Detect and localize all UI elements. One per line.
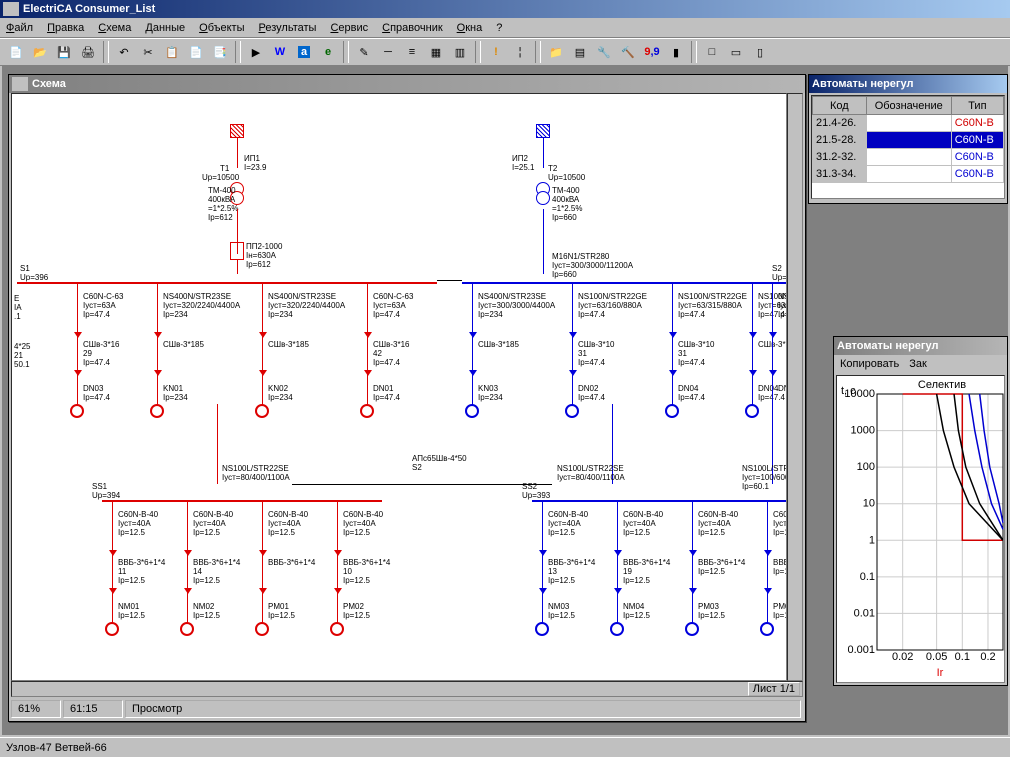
tb-undo[interactable]: ↶: [113, 41, 135, 63]
tb-new[interactable]: 📄: [5, 41, 27, 63]
svg-text:0.01: 0.01: [854, 607, 875, 619]
schema-titlebar[interactable]: Схема: [9, 75, 805, 93]
chart-title-text: Автоматы нерегул: [837, 340, 938, 352]
zoom-cell: 61%: [11, 700, 61, 718]
menu-objects[interactable]: Объекты: [199, 22, 244, 34]
tb-cut[interactable]: ✂: [137, 41, 159, 63]
chart-menu-close[interactable]: Зак: [909, 358, 927, 370]
grid-body[interactable]: Код Обозначение Тип 21.4-26.C60N-B21.5-2…: [811, 95, 1005, 199]
svg-text:0.1: 0.1: [860, 571, 875, 583]
mode-cell: Просмотр: [125, 700, 801, 718]
schema-canvas[interactable]: T1Up=10500ТМ-400400кВА=1*2.5%Ip=612ИП1I=…: [11, 93, 787, 681]
menu-file[interactable]: Файл: [6, 22, 33, 34]
main-statusbar: Узлов-47 Ветвей-66: [0, 737, 1010, 757]
svg-text:0.001: 0.001: [847, 644, 875, 656]
tb-open[interactable]: 📂: [29, 41, 51, 63]
grid-header-code[interactable]: Код: [813, 97, 867, 115]
tb-a[interactable]: a: [293, 41, 315, 63]
svg-text:Ir: Ir: [937, 667, 944, 679]
menu-results[interactable]: Результаты: [259, 22, 317, 34]
tb-s1[interactable]: □: [701, 41, 723, 63]
coords-cell: 61:15: [63, 700, 123, 718]
tb-copy2[interactable]: 📑: [209, 41, 231, 63]
chart-titlebar[interactable]: Автоматы нерегул: [834, 337, 1007, 355]
menu-q[interactable]: ?: [496, 22, 502, 34]
menu-schema[interactable]: Схема: [98, 22, 131, 34]
tb-99[interactable]: 9,9: [641, 41, 663, 63]
scrollbar-horizontal[interactable]: Лист 1/1: [11, 681, 803, 697]
grid-header-type[interactable]: Тип: [951, 97, 1003, 115]
svg-text:1: 1: [869, 534, 875, 546]
app-icon: [3, 2, 19, 16]
svg-text:100: 100: [857, 461, 875, 473]
menu-service[interactable]: Сервис: [330, 22, 368, 34]
schema-title: Схема: [32, 78, 66, 90]
grid-row[interactable]: 21.5-28.C60N-B: [813, 132, 1004, 149]
tb-pen[interactable]: ✎: [353, 41, 375, 63]
tb-line[interactable]: ─: [377, 41, 399, 63]
toolbar: 📄 📂 💾 🖨 ↶ ✂ 📋 📄 📑 ▶ W a e ✎ ─ ≡ ▦ ▥ ! ¦ …: [0, 38, 1010, 66]
menu-edit[interactable]: Правка: [47, 22, 84, 34]
tb-e[interactable]: e: [317, 41, 339, 63]
tb-palette[interactable]: ▮: [665, 41, 687, 63]
tb-folder[interactable]: 📁: [545, 41, 567, 63]
svg-text:0.2: 0.2: [980, 651, 995, 663]
mdi-client: Схема T1Up=10500ТМ-400400кВА=1*2.5%Ip=61…: [2, 66, 1008, 735]
schema-window: Схема T1Up=10500ТМ-400400кВА=1*2.5%Ip=61…: [8, 74, 806, 722]
tb-eq[interactable]: ≡: [401, 41, 423, 63]
grid-row[interactable]: 31.2-32.C60N-B: [813, 149, 1004, 166]
svg-text:10000: 10000: [844, 388, 875, 400]
tb-sep[interactable]: ¦: [509, 41, 531, 63]
menubar: Файл Правка Схема Данные Объекты Результ…: [0, 18, 1010, 38]
menu-help[interactable]: Справочник: [382, 22, 443, 34]
grid-header-desig[interactable]: Обозначение: [866, 97, 951, 115]
svg-text:0.05: 0.05: [926, 651, 947, 663]
tb-grid1[interactable]: ▦: [425, 41, 447, 63]
svg-text:10: 10: [863, 498, 875, 510]
svg-text:Селектив: Селектив: [918, 379, 966, 391]
tb-save[interactable]: 💾: [53, 41, 75, 63]
tb-word[interactable]: W: [269, 41, 291, 63]
chart-area: Селективt, c1000010001001010.10.010.0010…: [836, 375, 1005, 683]
tb-warn[interactable]: !: [485, 41, 507, 63]
app-title: ElectriCA Consumer_List: [23, 3, 155, 15]
grid-title-text: Автоматы нерегул: [812, 78, 913, 90]
status-nodes: Узлов-47 Ветвей-66: [6, 742, 107, 754]
menu-windows[interactable]: Окна: [457, 22, 483, 34]
tb-grid2[interactable]: ▥: [449, 41, 471, 63]
tb-paste[interactable]: 📄: [185, 41, 207, 63]
app-titlebar: ElectriCA Consumer_List: [0, 0, 1010, 18]
page-indicator[interactable]: Лист 1/1: [748, 682, 800, 696]
schema-statusbar: 61% 61:15 Просмотр: [11, 699, 803, 719]
chart-menubar: Копировать Зак: [834, 355, 1007, 373]
tb-hammer[interactable]: 🔨: [617, 41, 639, 63]
schema-icon: [12, 77, 28, 91]
tb-s2[interactable]: ▭: [725, 41, 747, 63]
tb-s3[interactable]: ▯: [749, 41, 771, 63]
grid-row[interactable]: 31.3-34.C60N-B: [813, 166, 1004, 183]
chart-window: Автоматы нерегул Копировать Зак Селектив…: [833, 336, 1008, 686]
tb-print[interactable]: 🖨: [77, 41, 99, 63]
tb-db[interactable]: ▤: [569, 41, 591, 63]
chart-menu-copy[interactable]: Копировать: [840, 358, 899, 370]
tb-copy[interactable]: 📋: [161, 41, 183, 63]
grid-titlebar[interactable]: Автоматы нерегул: [809, 75, 1007, 93]
grid-window: Автоматы нерегул Код Обозначение Тип 21.…: [808, 74, 1008, 204]
svg-text:1000: 1000: [851, 425, 875, 437]
svg-text:0.1: 0.1: [955, 651, 970, 663]
scrollbar-vertical[interactable]: [787, 93, 803, 681]
tb-tools[interactable]: 🔧: [593, 41, 615, 63]
menu-data[interactable]: Данные: [145, 22, 185, 34]
tb-run[interactable]: ▶: [245, 41, 267, 63]
svg-text:0.02: 0.02: [892, 651, 913, 663]
grid-row[interactable]: 21.4-26.C60N-B: [813, 115, 1004, 132]
